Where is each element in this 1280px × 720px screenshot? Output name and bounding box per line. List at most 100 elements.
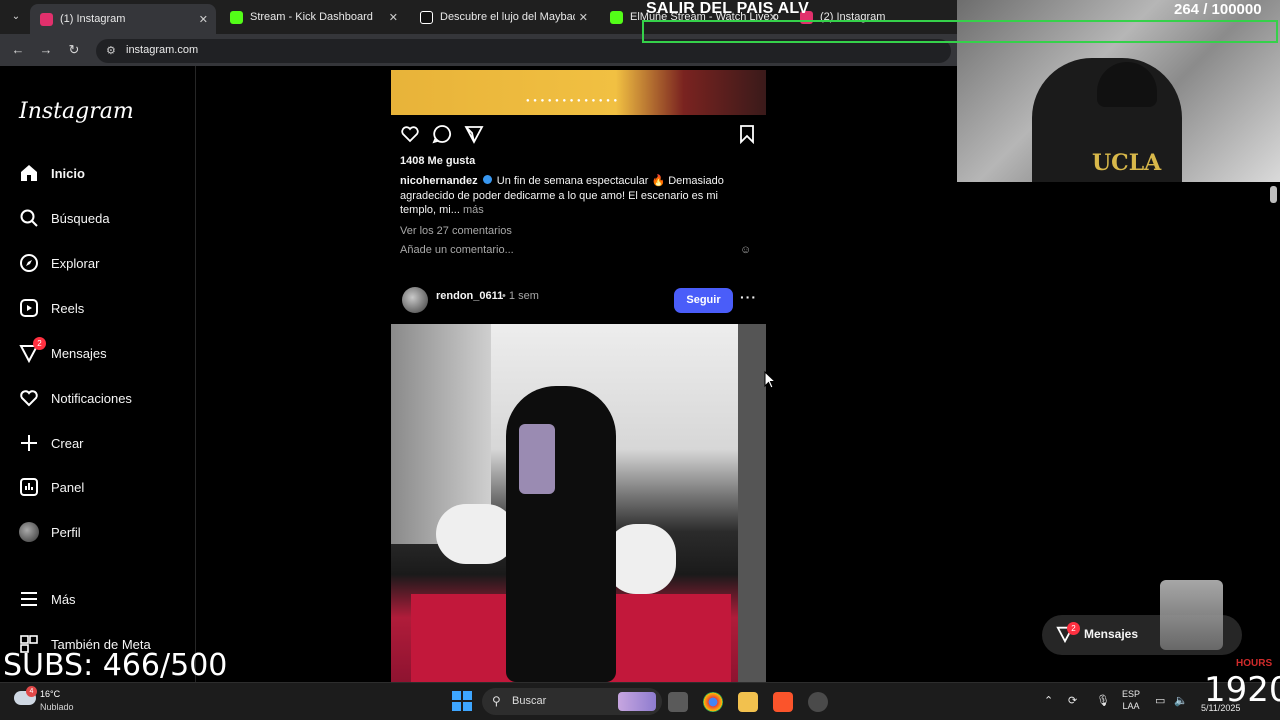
weather-badge: 4 bbox=[26, 686, 37, 697]
language-indicator[interactable]: ESP LAA bbox=[1122, 688, 1140, 712]
mouse-cursor-icon bbox=[764, 370, 777, 394]
hours-counter: 1920 bbox=[1204, 670, 1280, 710]
more-options-icon[interactable]: ··· bbox=[740, 289, 757, 305]
like-heart-icon[interactable] bbox=[400, 124, 420, 149]
messenger-icon: 2 bbox=[18, 337, 46, 364]
reload-icon[interactable]: ↻ bbox=[66, 42, 82, 58]
close-icon[interactable]: ✕ bbox=[389, 11, 398, 24]
unread-badge: 2 bbox=[1067, 622, 1080, 635]
instagram-sidebar: Instagram Inicio Búsqueda Explorar Reels… bbox=[0, 66, 196, 682]
chrome-icon[interactable] bbox=[703, 692, 723, 712]
stream-goal-count: 264 / 100000 bbox=[1174, 1, 1262, 18]
follow-button[interactable]: Seguir bbox=[674, 288, 733, 313]
tab-search-button[interactable]: ⌄ bbox=[6, 8, 26, 26]
carousel-dots[interactable]: ● ● ● ● ● ● ● ● ● ● ● ● ● bbox=[526, 98, 618, 104]
sync-icon[interactable]: ⟳ bbox=[1068, 694, 1077, 707]
tab-instagram-1[interactable]: (1) Instagram ✕ bbox=[30, 4, 216, 34]
instagram-favicon-icon bbox=[40, 12, 53, 26]
tab-title: Descubre el lujo del Maybach S bbox=[440, 11, 575, 23]
goal-progress-bar bbox=[642, 20, 1278, 43]
volume-icon[interactable]: 🔈 bbox=[1174, 694, 1188, 707]
taskbar-search-box[interactable]: ⚲ Buscar bbox=[482, 688, 662, 715]
tab-title: Stream - Kick Dashboard bbox=[250, 11, 373, 23]
sidebar-item-label: Más bbox=[51, 591, 76, 607]
comment-icon[interactable] bbox=[432, 124, 452, 149]
post-image[interactable] bbox=[391, 324, 766, 682]
post-timestamp: • 1 sem bbox=[502, 290, 539, 302]
search-icon bbox=[18, 207, 40, 229]
language-code: ESP bbox=[1122, 689, 1141, 699]
like-count[interactable]: 1408 Me gusta bbox=[400, 155, 475, 167]
sidebar-item-mensajes[interactable]: 2 Mensajes bbox=[18, 337, 107, 366]
tip-jar-overlay bbox=[1160, 580, 1223, 650]
emoji-icon[interactable]: ☺ bbox=[740, 244, 751, 256]
floating-messages-label: Mensajes bbox=[1084, 627, 1139, 641]
sidebar-item-label: Crear bbox=[51, 435, 84, 451]
sidebar-item-label: Mensajes bbox=[51, 345, 107, 361]
task-view-icon[interactable] bbox=[668, 692, 688, 712]
sidebar-item-inicio[interactable]: Inicio bbox=[18, 160, 85, 186]
sidebar-item-label: Explorar bbox=[51, 255, 100, 271]
forward-icon[interactable]: → bbox=[38, 42, 54, 57]
close-icon[interactable]: ✕ bbox=[199, 13, 208, 26]
obs-icon[interactable] bbox=[808, 692, 828, 712]
kick-favicon-icon bbox=[610, 10, 623, 24]
search-icon: ⚲ bbox=[492, 694, 501, 708]
chevron-up-icon[interactable]: ⌃ bbox=[1044, 694, 1053, 707]
home-icon bbox=[18, 162, 40, 184]
sidebar-item-label: Notificaciones bbox=[51, 390, 132, 406]
post-author-username[interactable]: rendon_0611 bbox=[436, 290, 503, 302]
sidebar-item-perfil[interactable]: Perfil bbox=[18, 519, 81, 545]
dashboard-icon bbox=[18, 476, 40, 498]
url-text[interactable]: instagram.com bbox=[126, 44, 198, 56]
scrollbar-thumb[interactable] bbox=[1270, 186, 1277, 203]
sidebar-item-mas[interactable]: Más bbox=[18, 586, 76, 612]
tab-kick-dashboard[interactable]: Stream - Kick Dashboard ✕ bbox=[220, 4, 406, 30]
compass-icon bbox=[18, 252, 40, 274]
sidebar-item-label: Panel bbox=[51, 479, 85, 495]
share-icon[interactable] bbox=[464, 124, 484, 149]
network-icon[interactable]: ▭ bbox=[1155, 694, 1165, 707]
heart-icon bbox=[18, 387, 40, 409]
caption-more-link[interactable]: más bbox=[463, 204, 484, 216]
keyboard-layout: LAA bbox=[1122, 701, 1140, 711]
bookmark-icon[interactable] bbox=[738, 124, 756, 149]
subs-counter: SUBS: 466/500 bbox=[3, 648, 228, 683]
windows-taskbar: 4 16°C Nublado ⚲ Buscar ⌃ ⟳ 🎙 ESP LAA ▭ … bbox=[0, 682, 1280, 720]
site-info-icon[interactable]: ⚙ bbox=[106, 44, 116, 57]
plus-icon bbox=[18, 432, 40, 454]
sidebar-item-label: Perfil bbox=[51, 524, 81, 540]
tab-title: (1) Instagram bbox=[60, 13, 126, 25]
sidebar-item-crear[interactable]: Crear bbox=[18, 430, 84, 456]
view-comments-link[interactable]: Ver los 27 comentarios bbox=[400, 225, 512, 237]
caption-author[interactable]: nicohernandez bbox=[400, 175, 478, 187]
file-explorer-icon[interactable] bbox=[738, 692, 758, 712]
add-comment-input[interactable]: Añade un comentario... bbox=[400, 244, 514, 256]
sidebar-item-label: Búsqueda bbox=[51, 210, 110, 226]
sidebar-item-label: Inicio bbox=[51, 165, 85, 181]
brave-browser-icon[interactable] bbox=[773, 692, 793, 712]
kick-favicon-icon bbox=[230, 10, 243, 24]
back-icon[interactable]: ← bbox=[10, 42, 26, 57]
sidebar-item-busqueda[interactable]: Búsqueda bbox=[18, 205, 110, 231]
reels-icon bbox=[18, 297, 40, 319]
microphone-icon[interactable]: 🎙 bbox=[1096, 694, 1110, 707]
sidebar-item-panel[interactable]: Panel bbox=[18, 474, 84, 500]
webcam-shirt-text: UCLA bbox=[1092, 150, 1162, 176]
weather-condition: Nublado bbox=[40, 702, 74, 712]
sidebar-item-explorar[interactable]: Explorar bbox=[18, 250, 99, 276]
instagram-feed: ● ● ● ● ● ● ● ● ● ● ● ● ● 1408 Me gusta … bbox=[196, 66, 957, 682]
search-label: Buscar bbox=[512, 695, 547, 707]
tiktok-favicon-icon bbox=[420, 10, 433, 24]
windows-start-icon[interactable] bbox=[452, 691, 472, 711]
sidebar-item-notificaciones[interactable]: Notificaciones bbox=[18, 385, 132, 411]
previous-post-image[interactable]: ● ● ● ● ● ● ● ● ● ● ● ● ● bbox=[391, 70, 766, 115]
sidebar-item-reels[interactable]: Reels bbox=[18, 295, 84, 321]
sidebar-item-label: Reels bbox=[51, 300, 85, 316]
instagram-logo[interactable]: Instagram bbox=[19, 99, 134, 124]
post-author-avatar[interactable] bbox=[402, 287, 428, 313]
verified-icon bbox=[482, 175, 492, 184]
post-caption: nicohernandez Un fin de semana espectacu… bbox=[400, 174, 740, 218]
close-icon[interactable]: ✕ bbox=[579, 11, 588, 24]
tab-maybach[interactable]: Descubre el lujo del Maybach S ✕ bbox=[410, 4, 596, 30]
